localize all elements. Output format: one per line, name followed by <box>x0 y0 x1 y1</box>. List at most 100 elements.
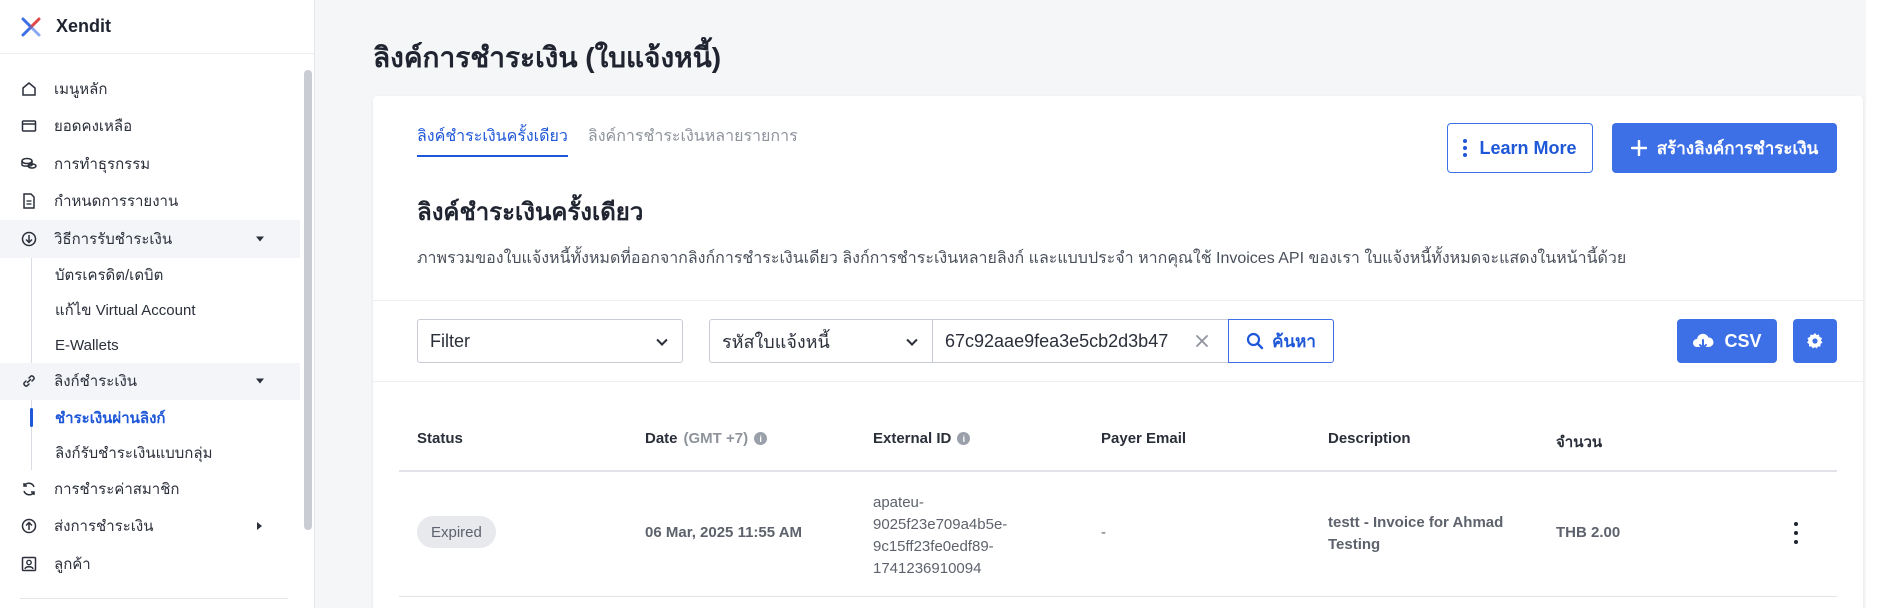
column-header-description[interactable]: Description <box>1328 430 1411 447</box>
row-date: 06 Mar, 2025 11:55 AM <box>645 524 803 541</box>
brand-name: Xendit <box>56 16 112 36</box>
learn-more-label: Learn More <box>1479 137 1577 158</box>
sidebar-item-label: ลิงก์ชำระเงิน <box>54 373 138 391</box>
row-payer-email: - <box>1101 524 1106 541</box>
sidebar-scrollbar[interactable] <box>304 70 312 530</box>
create-payment-link-label: สร้างลิงค์การชำระเงิน <box>1656 138 1819 158</box>
search-field-select[interactable]: รหัสใบแจ้งหนี้ <box>709 319 933 363</box>
sidebar-subitem-virtual-account[interactable]: แก้ไข Virtual Account <box>0 293 300 328</box>
search-button[interactable]: ค้นหา <box>1228 319 1334 363</box>
sidebar-item-subscriptions[interactable]: การชำระค่าสมาชิก <box>0 470 300 508</box>
table-row-divider <box>399 596 1837 597</box>
sidebar-item-label: ส่งการชำระเงิน <box>54 518 154 536</box>
column-header-date[interactable]: Date (GMT +7) i <box>645 430 768 447</box>
sidebar-item-label: ยอดคงเหลือ <box>54 118 133 136</box>
sidebar-subitem-group-links[interactable]: ลิงก์รับชำระเงินแบบกลุ่ม <box>0 435 300 470</box>
external-id-line: 9025f23e709a4b5e- <box>873 516 1008 533</box>
plus-icon <box>1630 140 1647 156</box>
row-external-id: apateu- 9025f23e709a4b5e- 9c15ff23fe0edf… <box>873 492 1007 580</box>
filter-select[interactable]: Filter <box>417 319 683 363</box>
page-title: ลิงค์การชำระเงิน (ใบแจ้งหนี้) <box>373 42 722 73</box>
filter-divider <box>373 381 1863 382</box>
sidebar-subitem-ewallets[interactable]: E-Wallets <box>0 328 300 363</box>
sidebar-item-send-payments[interactable]: ส่งการชำระเงิน <box>0 508 300 546</box>
filter-select-value: Filter <box>430 330 470 351</box>
sidebar-item-payment-links[interactable]: ลิงก์ชำระเงิน <box>0 362 300 400</box>
status-badge: Expired <box>417 516 496 548</box>
csv-export-button[interactable]: CSV <box>1677 319 1777 363</box>
sidebar-nav: เมนูหลัก ยอดคงเหลือ การทำธุรกรรม กำหนดกา… <box>0 70 300 583</box>
row-actions-menu-icon[interactable] <box>1792 522 1800 544</box>
tab-multi-payment-link[interactable]: ลิงค์การชำระเงินหลายรายการ <box>588 124 798 157</box>
cloud-download-icon <box>1693 333 1714 350</box>
column-header-amount[interactable]: จำนวน <box>1556 430 1602 454</box>
column-header-label: จำนวน <box>1556 434 1603 451</box>
learn-more-button[interactable]: Learn More <box>1447 123 1593 173</box>
search-input-value: 67c92aae9fea3e5cb2d3b47 <box>945 330 1169 351</box>
home-icon <box>20 80 38 98</box>
gear-icon <box>1807 333 1823 349</box>
main-scrollbar-track[interactable] <box>1866 0 1886 608</box>
sidebar-item-home[interactable]: เมนูหลัก <box>0 70 300 108</box>
create-payment-link-button[interactable]: สร้างลิงค์การชำระเงิน <box>1612 123 1837 173</box>
description-line: Testing <box>1328 536 1381 553</box>
sidebar-item-label: วิธีการรับชำระเงิน <box>54 230 173 248</box>
csv-label: CSV <box>1724 330 1762 351</box>
sidebar-item-label: กำหนดการรายงาน <box>54 193 179 211</box>
column-header-label: Payer Email <box>1101 430 1187 447</box>
column-header-label: Date <box>645 430 678 447</box>
sidebar-subitem-label: ลิงก์รับชำระเงินแบบกลุ่ม <box>55 444 213 462</box>
chevron-down-icon <box>906 334 918 346</box>
xendit-logo-icon <box>21 17 41 36</box>
sidebar-item-label: ลูกค้า <box>54 555 91 573</box>
column-header-label: Description <box>1328 430 1411 447</box>
row-description: testt - Invoice for Ahmad Testing <box>1328 512 1503 556</box>
user-badge-icon <box>20 555 38 573</box>
settings-button[interactable] <box>1793 319 1837 363</box>
sidebar-subitem-pay-via-link[interactable]: ชำระเงินผ่านลิงก์ <box>0 400 300 435</box>
external-id-line: 1741236910094 <box>873 560 982 577</box>
chevron-right-icon <box>257 522 262 531</box>
wallet-icon <box>20 117 38 135</box>
search-field-value: รหัสใบแจ้งหนี้ <box>722 331 830 352</box>
column-header-label: External ID <box>873 430 952 447</box>
info-icon[interactable]: i <box>754 432 768 445</box>
row-amount: THB 2.00 <box>1556 524 1621 541</box>
section-divider <box>373 300 1863 301</box>
table-header-divider <box>399 470 1837 472</box>
column-header-status[interactable]: Status <box>417 430 463 447</box>
sidebar-item-label: การทำธุรกรรม <box>54 155 151 173</box>
column-header-external-id[interactable]: External ID i <box>873 430 971 447</box>
download-circle-icon <box>20 230 38 248</box>
sidebar-subitem-label: E-Wallets <box>55 336 119 354</box>
sidebar-item-balance[interactable]: ยอดคงเหลือ <box>0 108 300 146</box>
coins-icon <box>20 155 38 173</box>
sidebar-item-transactions[interactable]: การทำธุรกรรม <box>0 145 300 183</box>
info-icon[interactable]: i <box>957 432 971 445</box>
column-header-payer-email[interactable]: Payer Email <box>1101 430 1186 447</box>
external-id-line: apateu- <box>873 494 924 511</box>
brand[interactable]: Xendit <box>0 0 314 54</box>
tab-bar: ลิงค์ชำระเงินครั้งเดียว ลิงค์การชำระเงิน… <box>417 124 798 157</box>
sidebar-item-reports[interactable]: กำหนดการรายงาน <box>0 183 300 221</box>
clear-icon[interactable] <box>1193 332 1211 350</box>
chevron-down-icon <box>256 378 264 384</box>
search-button-label: ค้นหา <box>1272 331 1316 351</box>
upload-circle-icon <box>20 517 38 535</box>
section-title: ลิงค์ชำระเงินครั้งเดียว <box>417 199 644 226</box>
timezone-label: (GMT +7) <box>683 430 749 447</box>
search-icon <box>1247 332 1264 350</box>
sidebar: Xendit เมนูหลัก ยอดคงเหลือ การทำธุรกรรม … <box>0 0 315 608</box>
sidebar-item-customers[interactable]: ลูกค้า <box>0 545 300 583</box>
search-input[interactable]: 67c92aae9fea3e5cb2d3b47 <box>932 319 1229 363</box>
sidebar-item-payment-methods[interactable]: วิธีการรับชำระเงิน <box>0 220 300 258</box>
invoices-card: ลิงค์ชำระเงินครั้งเดียว ลิงค์การชำระเงิน… <box>373 96 1863 608</box>
sidebar-subitem-cards[interactable]: บัตรเครดิต/เดบิต <box>0 258 300 293</box>
tab-single-payment-link[interactable]: ลิงค์ชำระเงินครั้งเดียว <box>417 124 568 157</box>
sidebar-subitem-label: แก้ไข Virtual Account <box>55 302 196 319</box>
link-icon <box>20 372 38 390</box>
chevron-down-icon <box>256 236 264 242</box>
chevron-down-icon <box>656 334 668 346</box>
more-vertical-icon <box>1463 139 1468 157</box>
sidebar-item-label: การชำระค่าสมาชิก <box>54 480 180 498</box>
